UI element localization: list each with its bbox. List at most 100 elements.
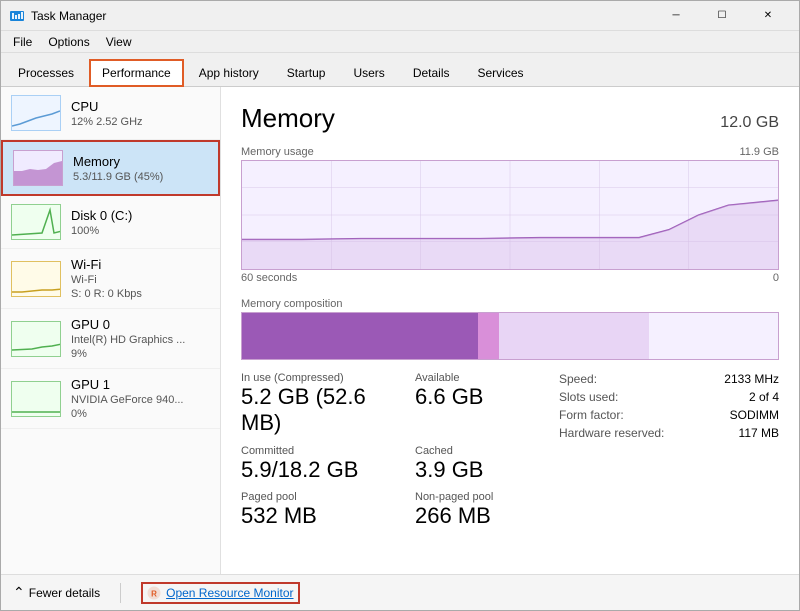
memory-title: Memory: [241, 103, 335, 134]
stat-non-paged-pool: Non-paged pool 266 MB: [415, 491, 559, 529]
chart-max-label: 11.9 GB: [739, 146, 779, 158]
cpu-label: CPU: [71, 99, 143, 114]
slots-label: Slots used:: [559, 390, 618, 404]
open-resource-monitor-button[interactable]: R Open Resource Monitor: [141, 582, 299, 604]
stat-available-value: 6.6 GB: [415, 384, 559, 410]
window-controls: ─ ☐ ✕: [653, 1, 791, 31]
stat-cached: Cached 3.9 GB: [415, 445, 559, 483]
hw-reserved-value: 117 MB: [739, 426, 779, 440]
gpu0-label: GPU 0: [71, 317, 185, 332]
stat-non-paged-pool-label: Non-paged pool: [415, 491, 559, 503]
composition-label: Memory composition: [241, 298, 779, 310]
sidebar-item-wifi[interactable]: Wi-Fi Wi-Fi S: 0 R: 0 Kbps: [1, 249, 220, 309]
gpu0-mini-chart: [11, 321, 61, 357]
stat-paged-pool-label: Paged pool: [241, 491, 385, 503]
slots-value: 2 of 4: [749, 390, 779, 404]
sidebar-item-memory[interactable]: Memory 5.3/11.9 GB (45%): [1, 140, 220, 196]
memory-usage-chart: [241, 160, 779, 270]
gpu0-info: GPU 0 Intel(R) HD Graphics ... 9%: [71, 317, 185, 360]
memory-mini-chart: [13, 150, 63, 186]
speed-label: Speed:: [559, 372, 597, 386]
menu-bar: File Options View: [1, 31, 799, 53]
right-panel: Memory 12.0 GB Memory usage 11.9 GB: [221, 87, 799, 574]
disk0-label: Disk 0 (C:): [71, 208, 132, 223]
sidebar: CPU 12% 2.52 GHz Memory 5.3/11.9 GB (45%…: [1, 87, 221, 574]
tab-performance[interactable]: Performance: [89, 59, 184, 87]
app-icon: [9, 8, 25, 24]
gpu1-mini-chart: [11, 381, 61, 417]
speed-value: 2133 MHz: [724, 372, 779, 386]
memory-label: Memory: [73, 154, 163, 169]
memory-info: Memory 5.3/11.9 GB (45%): [73, 154, 163, 183]
title-bar: Task Manager ─ ☐ ✕: [1, 1, 799, 31]
disk0-detail: 100%: [71, 225, 132, 237]
menu-options[interactable]: Options: [40, 33, 97, 51]
disk-mini-chart: [11, 204, 61, 240]
comp-modified: [478, 313, 499, 359]
chart-time-left: 60 seconds: [241, 272, 297, 284]
gpu0-detail2: 9%: [71, 348, 185, 360]
chart-time-right: 0: [773, 272, 779, 284]
wifi-info: Wi-Fi Wi-Fi S: 0 R: 0 Kbps: [71, 257, 142, 300]
svg-text:R: R: [151, 589, 157, 598]
close-button[interactable]: ✕: [745, 1, 791, 31]
sidebar-item-gpu1[interactable]: GPU 1 NVIDIA GeForce 940... 0%: [1, 369, 220, 429]
sidebar-item-cpu[interactable]: CPU 12% 2.52 GHz: [1, 87, 220, 140]
stat-cached-label: Cached: [415, 445, 559, 457]
memory-header: Memory 12.0 GB: [241, 103, 779, 134]
cpu-mini-chart: [11, 95, 61, 131]
tab-bar: Processes Performance App history Startu…: [1, 53, 799, 87]
content-area: CPU 12% 2.52 GHz Memory 5.3/11.9 GB (45%…: [1, 87, 799, 574]
sidebar-item-gpu0[interactable]: GPU 0 Intel(R) HD Graphics ... 9%: [1, 309, 220, 369]
form-factor-row: Form factor: SODIMM: [559, 408, 779, 422]
speed-row: Speed: 2133 MHz: [559, 372, 779, 386]
gpu1-detail2: 0%: [71, 408, 184, 420]
stat-cached-value: 3.9 GB: [415, 457, 559, 483]
gpu0-detail1: Intel(R) HD Graphics ...: [71, 334, 185, 346]
composition-bar: [241, 312, 779, 360]
tab-app-history[interactable]: App history: [186, 59, 272, 87]
comp-free: [649, 313, 778, 359]
wifi-detail2: S: 0 R: 0 Kbps: [71, 288, 142, 300]
task-manager-window: Task Manager ─ ☐ ✕ File Options View Pro…: [0, 0, 800, 611]
tab-details[interactable]: Details: [400, 59, 463, 87]
resource-monitor-icon: R: [147, 586, 161, 600]
stat-available: Available 6.6 GB: [415, 372, 559, 437]
tab-users[interactable]: Users: [340, 59, 397, 87]
wifi-detail1: Wi-Fi: [71, 274, 142, 286]
stat-committed: Committed 5.9/18.2 GB: [241, 445, 385, 483]
form-factor-value: SODIMM: [730, 408, 779, 422]
form-factor-label: Form factor:: [559, 408, 624, 422]
menu-file[interactable]: File: [5, 33, 40, 51]
footer: ⌃ Fewer details R Open Resource Monitor: [1, 574, 799, 610]
right-stats-block: Speed: 2133 MHz Slots used: 2 of 4 Form …: [559, 372, 779, 530]
minimize-button[interactable]: ─: [653, 1, 699, 31]
stat-paged-pool: Paged pool 532 MB: [241, 491, 385, 529]
stat-in-use-label: In use (Compressed): [241, 372, 385, 384]
chart-time-row: 60 seconds 0: [241, 272, 779, 284]
stat-paged-pool-value: 532 MB: [241, 503, 385, 529]
stat-in-use-value: 5.2 GB (52.6 MB): [241, 384, 385, 437]
gpu1-detail1: NVIDIA GeForce 940...: [71, 394, 184, 406]
comp-standby: [499, 313, 649, 359]
maximize-button[interactable]: ☐: [699, 1, 745, 31]
composition-section: Memory composition: [241, 298, 779, 360]
memory-detail: 5.3/11.9 GB (45%): [73, 171, 163, 183]
wifi-label: Wi-Fi: [71, 257, 142, 272]
chevron-down-icon: ⌃: [13, 584, 25, 601]
sidebar-item-disk0[interactable]: Disk 0 (C:) 100%: [1, 196, 220, 249]
stat-available-label: Available: [415, 372, 559, 384]
tab-services[interactable]: Services: [465, 59, 537, 87]
fewer-details-label: Fewer details: [29, 586, 100, 600]
cpu-detail: 12% 2.52 GHz: [71, 116, 143, 128]
stat-non-paged-pool-value: 266 MB: [415, 503, 559, 529]
stat-committed-label: Committed: [241, 445, 385, 457]
memory-usage-section: Memory usage 11.9 GB: [241, 146, 779, 284]
menu-view[interactable]: View: [98, 33, 140, 51]
tab-startup[interactable]: Startup: [274, 59, 339, 87]
stat-committed-value: 5.9/18.2 GB: [241, 457, 385, 483]
fewer-details-button[interactable]: ⌃ Fewer details: [13, 584, 100, 601]
tab-processes[interactable]: Processes: [5, 59, 87, 87]
stat-in-use: In use (Compressed) 5.2 GB (52.6 MB): [241, 372, 385, 437]
hw-reserved-row: Hardware reserved: 117 MB: [559, 426, 779, 440]
